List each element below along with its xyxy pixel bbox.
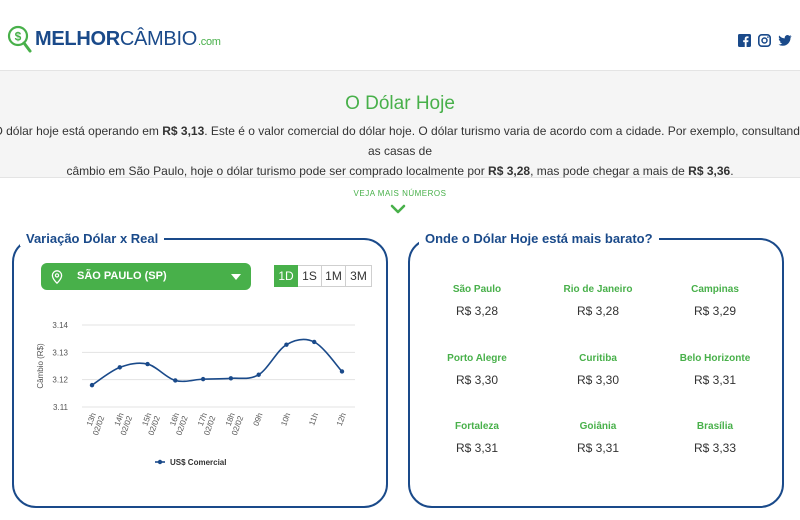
- facebook-icon[interactable]: [738, 34, 751, 47]
- city-price: R$ 3,31: [455, 441, 499, 455]
- city-name[interactable]: Fortaleza: [417, 421, 537, 432]
- city-price-item: São Paulo R$ 3,28: [417, 284, 537, 318]
- hero-text-part: .: [730, 164, 734, 178]
- variation-panel-title: Variação Dólar x Real: [20, 231, 165, 246]
- chevron-down-icon[interactable]: [390, 203, 406, 215]
- data-point: [89, 382, 95, 388]
- city-price: R$ 3,31: [576, 441, 620, 455]
- data-point: [200, 376, 206, 382]
- range-1s-button[interactable]: 1S: [298, 265, 322, 287]
- magnifier-dollar-icon: $: [7, 25, 32, 53]
- x-tick-label: 10h: [279, 412, 292, 428]
- see-more-link[interactable]: VEJA MAIS NÚMEROS: [0, 189, 800, 198]
- city-name[interactable]: Rio de Janeiro: [538, 284, 658, 295]
- city-name[interactable]: Belo Horizonte: [655, 353, 775, 364]
- city-name[interactable]: Goiânia: [538, 421, 658, 432]
- y-tick-label: 3.12: [52, 376, 68, 385]
- city-price-item: Curitiba R$ 3,30: [538, 353, 658, 387]
- x-tick-label: 16h02/02: [166, 411, 190, 436]
- city-name[interactable]: São Paulo: [417, 284, 537, 295]
- city-price-item: Rio de Janeiro R$ 3,28: [538, 284, 658, 318]
- logo-wordmark: MELHORCÂMBIO.com: [35, 28, 221, 51]
- city-price-item: Campinas R$ 3,29: [655, 284, 775, 318]
- data-point: [117, 365, 122, 370]
- city-name[interactable]: Brasília: [655, 421, 775, 432]
- x-tick-label: 13h02/02: [83, 411, 107, 436]
- range-selector: 1D 1S 1M 3M: [274, 265, 372, 287]
- commercial-rate: R$ 3,13: [162, 124, 205, 138]
- data-point: [173, 378, 178, 383]
- social-links: [738, 34, 792, 47]
- instagram-icon[interactable]: [758, 34, 771, 47]
- city-price: R$ 3,33: [693, 441, 737, 455]
- city-name[interactable]: Curitiba: [538, 353, 658, 364]
- data-point: [145, 361, 150, 367]
- city-price: R$ 3,28: [576, 304, 620, 318]
- range-1d-button[interactable]: 1D: [274, 265, 298, 287]
- logo-bold: MELHOR: [35, 27, 120, 50]
- data-point: [312, 339, 317, 345]
- x-tick-label: 11h: [307, 412, 320, 427]
- city-price: R$ 3,29: [693, 304, 737, 318]
- city-price: R$ 3,31: [693, 373, 737, 387]
- tourism-rate-high: R$ 3,36: [688, 164, 731, 178]
- data-point: [256, 372, 261, 377]
- city-price-item: Belo Horizonte R$ 3,31: [655, 353, 775, 387]
- site-header: $ MELHORCÂMBIO.com: [0, 0, 800, 70]
- data-point: [284, 342, 289, 347]
- legend-marker: [157, 459, 163, 465]
- x-tick-label: 12h: [335, 412, 348, 428]
- logo-light: CÂMBIO: [119, 27, 197, 50]
- y-tick-label: 3.14: [52, 321, 68, 330]
- city-name[interactable]: Campinas: [655, 284, 775, 295]
- range-3m-button[interactable]: 3M: [346, 265, 372, 287]
- city-dropdown-value: SÃO PAULO (SP): [77, 270, 167, 282]
- city-price-item: Fortaleza R$ 3,31: [417, 421, 537, 455]
- page-title: O Dólar Hoje: [345, 93, 455, 114]
- hero-text-part: O dólar hoje está operando em: [0, 124, 163, 138]
- y-tick-label: 3.13: [52, 348, 68, 357]
- range-1m-button[interactable]: 1M: [322, 265, 346, 287]
- hero-description: O dólar hoje está operando em R$ 3,13. E…: [0, 121, 800, 181]
- city-name[interactable]: Porto Alegre: [417, 353, 537, 364]
- x-tick-label: 15h02/02: [138, 411, 162, 436]
- series-line: [91, 338, 343, 386]
- legend-label: US$ Comercial: [170, 458, 226, 467]
- y-tick-label: 3.11: [53, 403, 69, 412]
- svg-text:$: $: [15, 30, 22, 44]
- y-axis-label: Câmbio (R$): [36, 343, 45, 389]
- x-tick-label: 09h: [252, 412, 265, 428]
- tourism-rate-low: R$ 3,28: [488, 164, 531, 178]
- data-point: [339, 369, 345, 374]
- hero-text-part: câmbio em São Paulo, hoje o dólar turism…: [66, 164, 489, 178]
- city-price: R$ 3,30: [576, 373, 620, 387]
- x-tick-label: 17h02/02: [194, 411, 218, 436]
- location-pin-icon: [51, 270, 63, 284]
- logo-suffix: .com: [197, 35, 221, 48]
- site-logo[interactable]: $ MELHORCÂMBIO.com: [6, 24, 221, 54]
- hero-section: O Dólar Hoje O dólar hoje está operando …: [0, 70, 800, 178]
- city-price-item: Brasília R$ 3,33: [655, 421, 775, 455]
- x-tick-label: 18h02/02: [221, 411, 245, 436]
- hero-text-part: , mas pode chegar a mais de: [530, 164, 689, 178]
- twitter-icon[interactable]: [778, 34, 792, 47]
- cheapest-panel-title: Onde o Dólar Hoje está mais barato?: [419, 231, 659, 246]
- city-dropdown[interactable]: SÃO PAULO (SP): [41, 263, 251, 290]
- x-tick-label: 14h02/02: [110, 411, 134, 436]
- data-point: [228, 376, 234, 381]
- hero-text-part: . Este é o valor comercial do dólar hoje…: [204, 124, 800, 158]
- city-price: R$ 3,30: [455, 373, 499, 387]
- city-price: R$ 3,28: [455, 304, 499, 318]
- dollar-variation-chart: 3.14 3.13 3.12 3.11 Câmbio (R$) 13h02/02 14h02…: [36, 321, 355, 467]
- city-price-item: Porto Alegre R$ 3,30: [417, 353, 537, 387]
- city-price-item: Goiânia R$ 3,31: [538, 421, 658, 455]
- caret-down-icon: [231, 274, 241, 280]
